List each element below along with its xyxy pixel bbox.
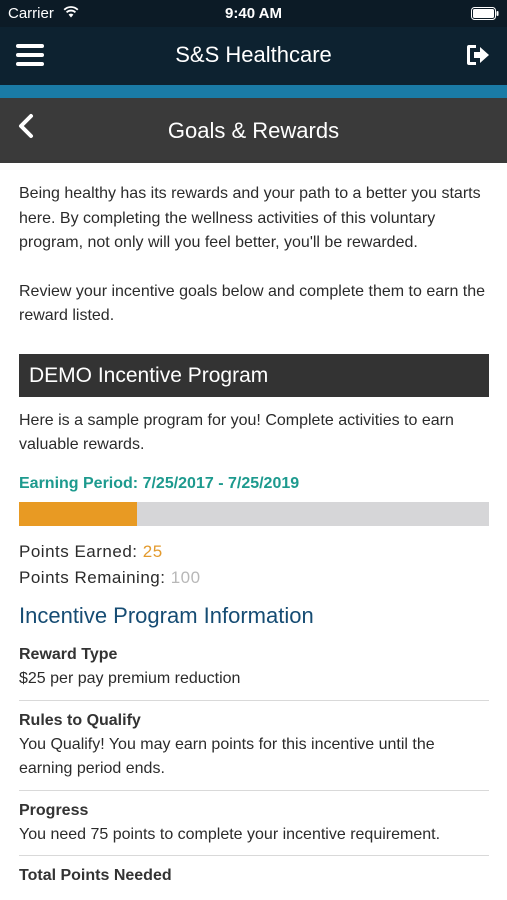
info-row-reward-type: Reward Type $25 per pay premium reductio… (19, 631, 489, 701)
points-earned-value: 25 (142, 542, 163, 561)
page-title: Goals & Rewards (167, 118, 340, 143)
app-title: S&S Healthcare (175, 42, 332, 67)
program-description: Here is a sample program for you! Comple… (19, 411, 454, 454)
info-label: Progress (19, 801, 89, 819)
status-time: 9:40 AM (225, 5, 282, 22)
page-header: Goals & Rewards (0, 98, 507, 163)
points-remaining-value: 100 (170, 568, 201, 587)
points-summary: Points Earned: 25 Points Remaining: 100 (19, 539, 489, 591)
points-remaining-row: Points Remaining: 100 (19, 565, 489, 591)
battery-icon (471, 7, 499, 20)
intro-paragraph: Being healthy has its rewards and your p… (19, 185, 481, 251)
intro-paragraph: Review your incentive goals below and co… (19, 282, 486, 325)
info-value: $25 per pay premium reduction (19, 670, 241, 687)
header-accent-bar (0, 85, 507, 98)
points-remaining-label: Points Remaining: (19, 568, 166, 587)
main-content: Being healthy has its rewards and your p… (19, 182, 489, 896)
points-progress-bar (19, 502, 489, 526)
status-bar: Carrier 9:40 AM (0, 0, 507, 27)
earning-period: Earning Period: 7/25/2017 - 7/25/2019 (19, 474, 300, 492)
info-section-title: Incentive Program Information (19, 603, 314, 628)
info-label: Rules to Qualify (19, 711, 141, 729)
info-label: Total Points Needed (19, 867, 172, 884)
logout-icon[interactable] (465, 43, 491, 67)
info-value: You need 75 points to complete your ince… (19, 825, 441, 843)
info-label: Reward Type (19, 646, 118, 663)
points-earned-row: Points Earned: 25 (19, 539, 489, 565)
app-header: S&S Healthcare (0, 27, 507, 85)
info-row-rules: Rules to Qualify You Qualify! You may ea… (19, 701, 489, 791)
info-row-total-points: Total Points Needed (19, 856, 489, 896)
progress-fill (19, 502, 137, 526)
points-earned-label: Points Earned: (19, 542, 138, 561)
info-list: Reward Type $25 per pay premium reductio… (19, 631, 489, 896)
info-row-progress: Progress You need 75 points to complete … (19, 791, 489, 856)
program-name-header: DEMO Incentive Program (19, 353, 489, 397)
info-value: You Qualify! You may earn points for thi… (19, 735, 435, 778)
